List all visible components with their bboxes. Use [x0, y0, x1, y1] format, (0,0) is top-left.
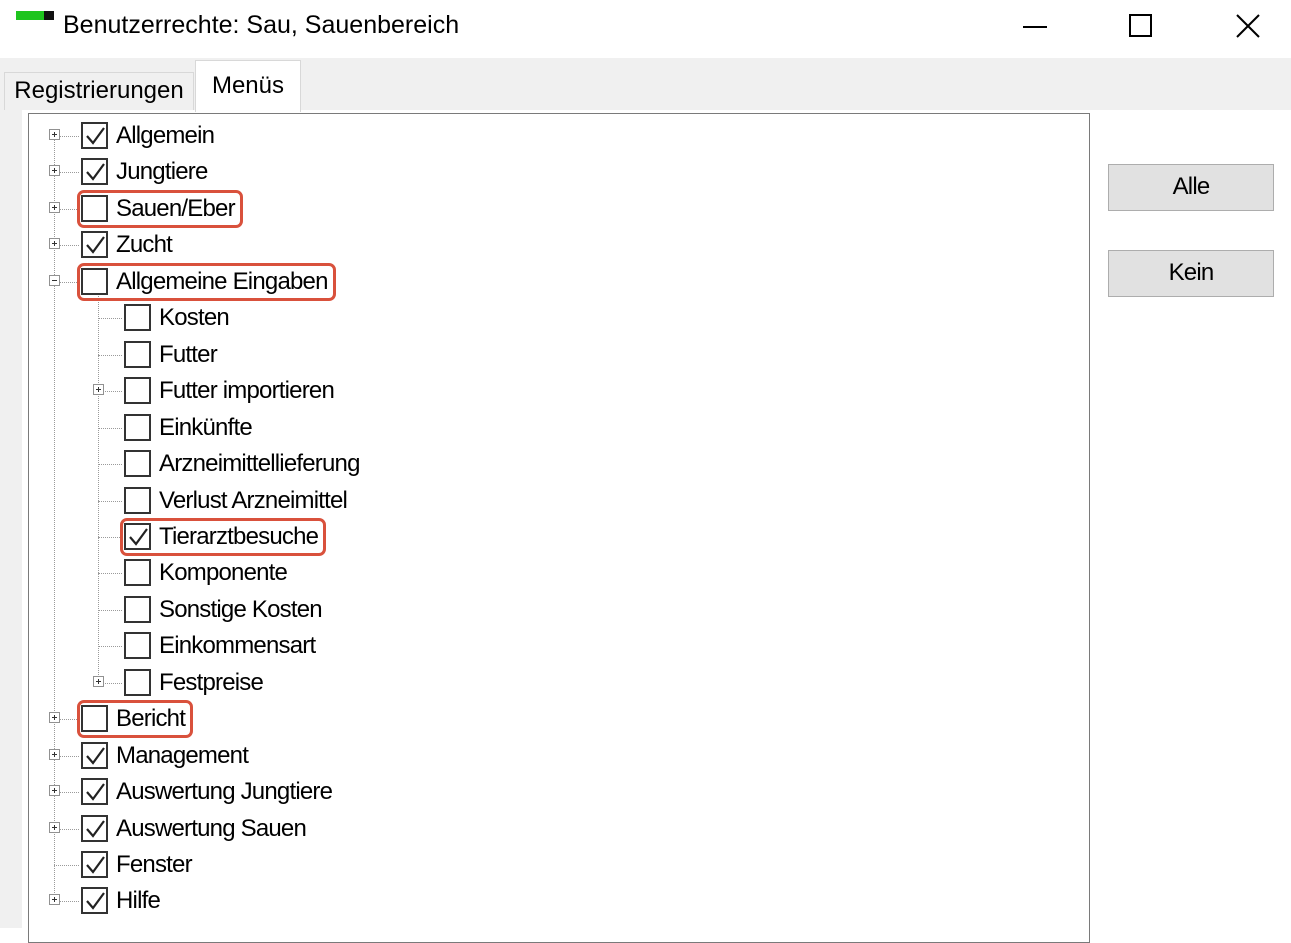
highlight-frame [77, 262, 336, 301]
title-bar: Benutzerrechte: Sau, Sauenbereich [0, 0, 1291, 58]
tree-item-checkbox[interactable] [124, 377, 151, 405]
select-all-button[interactable]: Alle [1108, 164, 1274, 211]
window-title: Benutzerrechte: Sau, Sauenbereich [63, 11, 460, 39]
tree-item-checkbox[interactable] [124, 450, 151, 478]
tree-branch-line [98, 500, 122, 502]
app-icon [16, 11, 54, 20]
tree-item-label: Jungtiere [116, 158, 208, 186]
menu-tree[interactable]: Allgemein Jungtiere Sauen/Eber Zucht Allgeme… [28, 113, 1090, 943]
expand-icon[interactable] [49, 129, 60, 140]
tree-item-label: Kosten [159, 304, 230, 332]
tree-item-label: Auswertung Sauen [116, 814, 307, 842]
tab-registrierungen[interactable]: Registrierungen [4, 72, 194, 110]
tree-item[interactable]: Futter importieren [29, 373, 1029, 409]
tree-item[interactable]: Allgemeine Eingaben [29, 262, 1029, 301]
tab-menus[interactable]: Menüs [195, 60, 301, 112]
highlight-frame [120, 517, 327, 556]
tree-item-checkbox[interactable] [81, 887, 108, 915]
tree-item[interactable]: Festpreise [29, 665, 1029, 701]
tree-item[interactable]: Futter [29, 337, 1029, 373]
tree-item-checkbox[interactable] [81, 122, 108, 149]
close-button[interactable] [1218, 6, 1278, 46]
tree-branch-line [98, 609, 122, 611]
expand-icon[interactable] [49, 238, 60, 250]
tree-item[interactable]: Einkünfte [29, 410, 1029, 446]
tree-item[interactable]: Management [29, 738, 1029, 774]
collapse-icon[interactable] [49, 274, 60, 286]
expand-icon[interactable] [49, 712, 60, 724]
tree-item[interactable]: Hilfe [29, 883, 1029, 919]
tree-item-label: Futter importieren [159, 377, 335, 405]
tree-item-checkbox[interactable] [124, 340, 151, 368]
tree-item[interactable]: Fenster [29, 847, 1029, 883]
expand-icon[interactable] [49, 201, 60, 213]
tree-item-label: Allgemein [116, 122, 215, 149]
expand-icon[interactable] [49, 821, 60, 833]
tree-item-checkbox[interactable] [124, 413, 151, 441]
tree-branch-line [54, 865, 79, 866]
expand-icon[interactable] [93, 675, 104, 687]
tree-item-label: Verlust Arzneimittel [159, 486, 348, 514]
tree-branch-line [98, 354, 122, 356]
tree-item[interactable]: Einkommensart [29, 628, 1029, 664]
tree-item-checkbox[interactable] [124, 595, 151, 623]
tree-item-label: Arzneimittellieferung [159, 450, 360, 478]
tree-item-checkbox[interactable] [124, 304, 151, 332]
tree-item[interactable]: Arzneimittellieferung [29, 446, 1029, 482]
tree-item[interactable]: Bericht [29, 700, 1029, 739]
tree-item-checkbox[interactable] [81, 778, 108, 806]
tree-item-checkbox[interactable] [81, 158, 108, 186]
tree-item-label: Festpreise [159, 668, 264, 696]
tree-item-label: Hilfe [116, 887, 161, 915]
tree-branch-line [98, 536, 122, 538]
tree-item-label: Komponente [159, 559, 288, 587]
maximize-icon [1129, 14, 1152, 37]
expand-icon[interactable] [49, 785, 60, 797]
minimize-button[interactable] [1005, 6, 1065, 46]
close-icon [1236, 14, 1260, 38]
tree-branch-line [98, 318, 122, 320]
tree-item-checkbox[interactable] [81, 851, 108, 878]
tree-item-checkbox[interactable] [124, 668, 151, 696]
tree-item-label: Auswertung Jungtiere [116, 778, 333, 806]
tree-item[interactable]: Auswertung Jungtiere [29, 774, 1029, 810]
tab-strip: Registrierungen Menüs [0, 58, 1291, 112]
tree-item[interactable]: Komponente [29, 555, 1029, 591]
tree-item-label: Futter [159, 340, 218, 368]
tree-item[interactable]: Auswertung Sauen [29, 811, 1029, 847]
tree-branch-line [98, 427, 122, 429]
expand-icon[interactable] [93, 384, 104, 396]
tree-item-label: Einkommensart [159, 632, 316, 660]
tree-item[interactable]: Allgemein [29, 118, 1029, 154]
tree-branch-line [98, 573, 122, 575]
tree-item-label: Sonstige Kosten [159, 595, 323, 623]
tree-item[interactable]: Tierarztbesuche [29, 517, 1029, 556]
tree-branch-line [98, 646, 122, 648]
highlight-frame [77, 189, 243, 228]
tree-item[interactable]: Zucht [29, 227, 1029, 263]
minimize-icon [1023, 26, 1047, 28]
tree-item-checkbox[interactable] [124, 632, 151, 660]
tree-item[interactable]: Kosten [29, 300, 1029, 336]
tree-item-label: Zucht [116, 231, 173, 259]
maximize-button[interactable] [1111, 6, 1171, 46]
tree-item[interactable]: Sauen/Eber [29, 189, 1029, 228]
highlight-frame [77, 700, 194, 739]
tree-item-checkbox[interactable] [81, 814, 108, 842]
tree-item-checkbox[interactable] [81, 231, 108, 259]
tree-item-checkbox[interactable] [81, 741, 108, 769]
tree-item-label: Management [116, 741, 249, 769]
select-none-button[interactable]: Kein [1108, 250, 1274, 297]
tree-item-label: Einkünfte [159, 413, 253, 441]
expand-icon[interactable] [49, 165, 60, 177]
expand-icon[interactable] [49, 748, 60, 760]
tree-item-checkbox[interactable] [124, 559, 151, 587]
tree-item[interactable]: Jungtiere [29, 154, 1029, 190]
tree-item[interactable]: Sonstige Kosten [29, 592, 1029, 628]
tree-item-label: Fenster [116, 851, 193, 878]
tree-item[interactable]: Verlust Arzneimittel [29, 483, 1029, 519]
tree-branch-line [98, 464, 122, 466]
tree-item-checkbox[interactable] [124, 486, 151, 514]
expand-icon[interactable] [49, 894, 60, 906]
